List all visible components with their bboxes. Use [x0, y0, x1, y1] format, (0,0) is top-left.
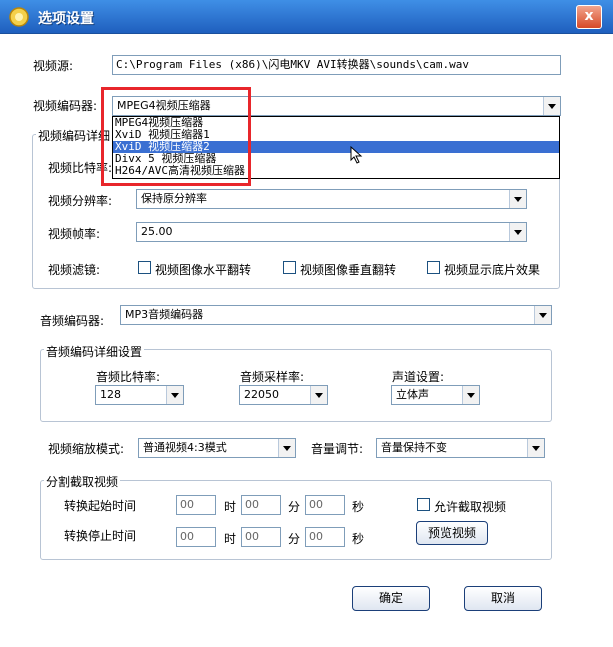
start-minute-unit: 分 — [288, 500, 301, 514]
video-resolution-select[interactable]: 保持原分辨率 — [136, 189, 527, 209]
cancel-button[interactable]: 取消 — [464, 586, 542, 611]
audio-bitrate-select[interactable]: 128 — [95, 385, 184, 405]
audio-encoder-value: MP3音频编码器 — [125, 308, 204, 321]
start-second-input[interactable]: 00 — [305, 495, 345, 515]
preview-video-button[interactable]: 预览视频 — [416, 521, 488, 545]
title-bar[interactable]: 选项设置 x — [0, 0, 613, 34]
chevron-down-icon[interactable] — [310, 386, 327, 404]
start-minute-input[interactable]: 00 — [241, 495, 281, 515]
start-hour-input[interactable]: 00 — [176, 495, 216, 515]
audio-samplerate-select[interactable]: 22050 — [239, 385, 328, 405]
window-title: 选项设置 — [38, 11, 94, 27]
close-button[interactable]: x — [576, 5, 602, 29]
audio-bitrate-label: 音频比特率: — [96, 370, 161, 384]
stop-hour-unit: 时 — [224, 532, 237, 546]
video-framerate-select[interactable]: 25.00 — [136, 222, 527, 242]
video-encoder-label: 视频编码器: — [33, 99, 98, 113]
volume-label: 音量调节: — [311, 442, 364, 456]
chevron-down-icon[interactable] — [509, 223, 526, 241]
video-framerate-value: 25.00 — [141, 225, 173, 238]
scale-mode-label: 视频缩放模式: — [48, 442, 125, 456]
video-source-label: 视频源: — [33, 59, 74, 73]
scale-mode-value: 普通视频4:3模式 — [143, 441, 227, 454]
allow-split-checkbox[interactable] — [417, 498, 430, 511]
close-icon: x — [584, 8, 594, 24]
stop-minute-unit: 分 — [288, 532, 301, 546]
chevron-down-icon[interactable] — [527, 439, 544, 457]
stop-second-input[interactable]: 00 — [305, 527, 345, 547]
allow-split-label: 允许截取视频 — [434, 500, 507, 514]
stop-hour-input[interactable]: 00 — [176, 527, 216, 547]
chevron-down-icon[interactable] — [462, 386, 479, 404]
stop-second-unit: 秒 — [352, 532, 365, 546]
split-video-group — [40, 480, 552, 560]
options-dialog: 选项设置 x 视频源: C:\Program Files (x86)\闪电MKV… — [0, 0, 613, 647]
audio-channel-value: 立体声 — [396, 388, 429, 401]
video-framerate-label: 视频帧率: — [48, 227, 101, 241]
chevron-down-icon[interactable] — [166, 386, 183, 404]
start-hour-unit: 时 — [224, 500, 237, 514]
audio-channel-select[interactable]: 立体声 — [391, 385, 480, 405]
video-resolution-value: 保持原分辨率 — [141, 192, 207, 205]
flip-vertical-checkbox[interactable] — [283, 261, 296, 274]
chevron-down-icon[interactable] — [543, 97, 560, 115]
flip-horizontal-checkbox[interactable] — [138, 261, 151, 274]
audio-samplerate-value: 22050 — [244, 388, 279, 401]
split-video-group-title: 分割截取视频 — [44, 473, 121, 490]
chevron-down-icon[interactable] — [278, 439, 295, 457]
video-source-input[interactable]: C:\Program Files (x86)\闪电MKV AVI转换器\soun… — [112, 55, 561, 75]
video-resolution-label: 视频分辨率: — [48, 194, 113, 208]
chevron-down-icon[interactable] — [509, 190, 526, 208]
app-icon — [9, 7, 29, 27]
annotation-highlight-box — [101, 87, 251, 186]
volume-select[interactable]: 音量保持不变 — [376, 438, 545, 458]
audio-encoder-label: 音频编码器: — [40, 314, 105, 328]
ok-button[interactable]: 确定 — [352, 586, 430, 611]
mouse-cursor-icon — [350, 146, 363, 164]
audio-channel-label: 声道设置: — [392, 370, 445, 384]
audio-samplerate-label: 音频采样率: — [240, 370, 305, 384]
volume-value: 音量保持不变 — [381, 441, 447, 454]
scale-mode-select[interactable]: 普通视频4:3模式 — [138, 438, 296, 458]
stop-minute-input[interactable]: 00 — [241, 527, 281, 547]
audio-detail-group-title: 音频编码详细设置 — [44, 343, 145, 360]
audio-encoder-select[interactable]: MP3音频编码器 — [120, 305, 552, 325]
chevron-down-icon[interactable] — [534, 306, 551, 324]
video-filter-label: 视频滤镜: — [48, 263, 101, 277]
start-time-label: 转换起始时间 — [64, 499, 137, 513]
flip-horizontal-label: 视频图像水平翻转 — [155, 263, 252, 277]
flip-vertical-label: 视频图像垂直翻转 — [300, 263, 397, 277]
audio-bitrate-value: 128 — [100, 388, 121, 401]
negative-effect-label: 视频显示底片效果 — [444, 263, 541, 277]
negative-effect-checkbox[interactable] — [427, 261, 440, 274]
start-second-unit: 秒 — [352, 500, 365, 514]
stop-time-label: 转换停止时间 — [64, 529, 137, 543]
